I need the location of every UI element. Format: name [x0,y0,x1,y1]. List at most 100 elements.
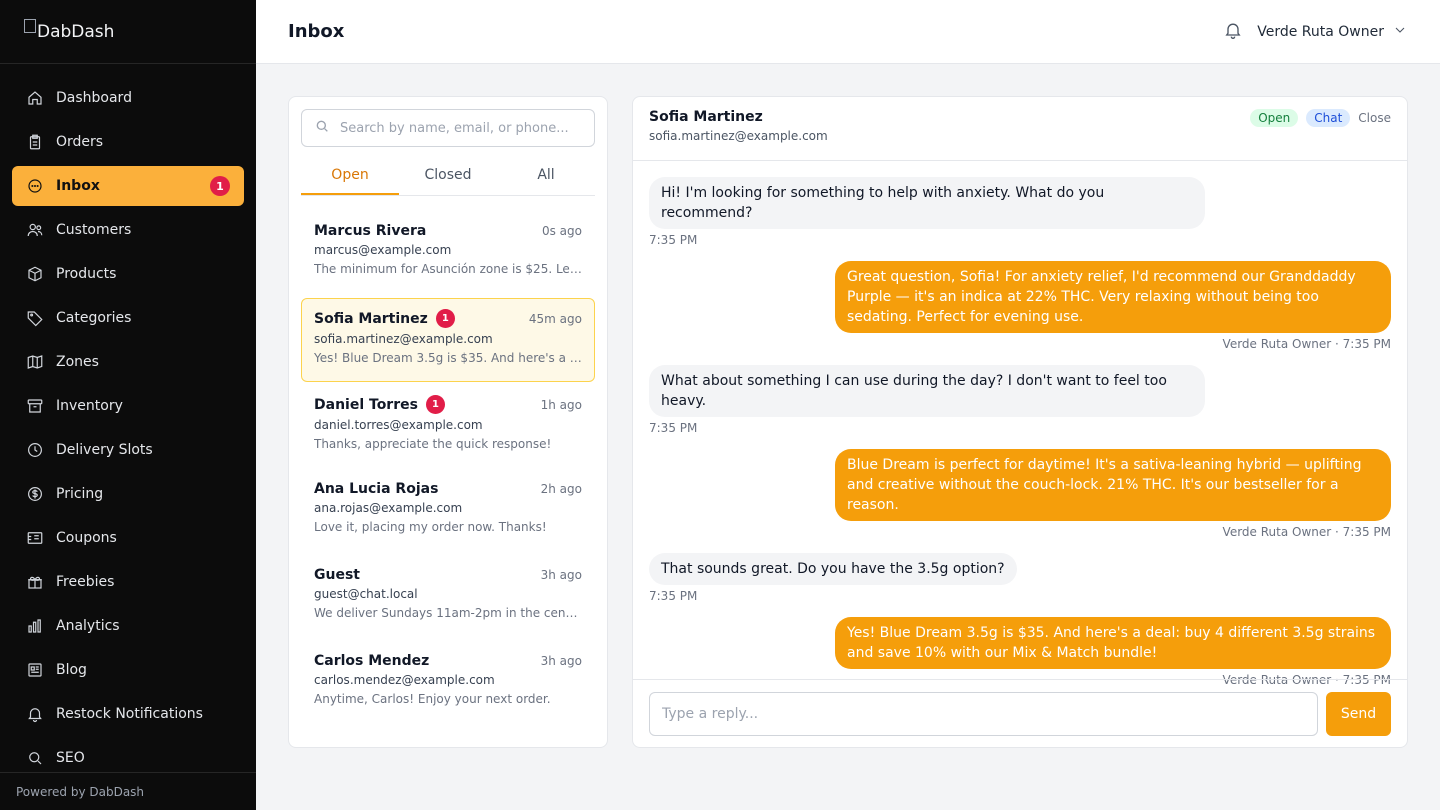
conversation-name: Guest [314,567,360,583]
outgoing-message: Yes! Blue Dream 3.5g is $35. And here's … [649,617,1391,687]
search-box [301,109,595,147]
sidebar-item-dashboard[interactable]: Dashboard [12,78,244,118]
conversation-email: guest@chat.local [314,587,418,601]
sidebar-item-label: Orders [56,134,104,150]
send-button[interactable]: Send [1326,692,1391,736]
conversation-item[interactable]: Marcus Rivera 0s ago marcus@example.com The… [301,212,595,296]
bar-chart-icon [26,617,44,635]
message-bubble: What about something I can use during th… [649,365,1205,417]
sidebar-item-customers[interactable]: Customers [12,210,244,250]
conversation-preview: Thanks, appreciate the quick response! [314,437,552,451]
tab-closed[interactable]: Closed [399,167,497,195]
clipboard-icon [26,133,44,151]
unread-badge: 1 [425,395,445,414]
sidebar: DabDash Dashboard Orders Inbox 1 Customers Pr… [0,0,256,810]
dollar-icon [26,485,44,503]
brand: DabDash [0,0,256,64]
sidebar-item-coupons[interactable]: Coupons [12,518,244,558]
conversation-time: 0s ago [541,224,582,238]
tag-icon [26,309,44,327]
clock-icon [26,441,44,459]
sidebar-item-label: Restock Notifications [56,706,203,722]
newspaper-icon [26,661,44,679]
conversation-list: Marcus Rivera 0s ago marcus@example.com The… [301,212,595,726]
message-meta: 7:35 PM [649,233,698,247]
sidebar-item-label: Products [56,266,117,282]
chat-contact-email: sofia.martinez@example.com [649,129,828,143]
sidebar-item-blog[interactable]: Blog [12,650,244,690]
sidebar-item-label: SEO [56,750,85,766]
reply-composer: Send [633,679,1407,747]
sidebar-item-label: Dashboard [56,90,132,106]
conversation-item[interactable]: Carlos Mendez 3h ago carlos.mendez@example… [301,642,595,726]
conversation-item[interactable]: Ana Lucia Rojas 2h ago ana.rojas@example.c… [301,470,595,554]
box-icon [26,265,44,283]
sidebar-item-inventory[interactable]: Inventory [12,386,244,426]
sidebar-item-orders[interactable]: Orders [12,122,244,162]
reply-input[interactable] [649,692,1318,736]
conversation-tabs: Open Closed All [301,167,595,196]
search-icon [26,749,44,767]
outgoing-message: Blue Dream is perfect for daytime! It's … [649,449,1391,539]
conversation-email: marcus@example.com [314,243,452,257]
tab-open[interactable]: Open [301,167,399,195]
map-icon [26,353,44,371]
ticket-icon [26,529,44,547]
conversation-time: 3h ago [540,654,582,668]
sidebar-item-restock-notifications[interactable]: Restock Notifications [12,694,244,734]
conversation-email: daniel.torres@example.com [314,418,483,432]
sidebar-item-pricing[interactable]: Pricing [12,474,244,514]
conversation-item[interactable]: Sofia Martinez 1 45m ago sofia.martinez@exa… [301,298,595,382]
outgoing-message: Great question, Sofia! For anxiety relie… [649,261,1391,351]
search-input[interactable] [340,120,582,136]
home-icon [26,89,44,107]
sidebar-item-label: Zones [56,354,99,370]
conversation-email: sofia.martinez@example.com [314,332,493,346]
top-header: Inbox Verde Ruta Owner [256,0,1440,64]
user-name: Verde Ruta Owner [1257,23,1384,40]
user-menu[interactable]: Verde Ruta Owner [1257,22,1408,42]
sidebar-item-freebies[interactable]: Freebies [12,562,244,602]
sidebar-item-analytics[interactable]: Analytics [12,606,244,646]
gift-icon [26,573,44,591]
close-conversation-button[interactable]: Close [1358,109,1391,125]
message-bubble: Blue Dream is perfect for daytime! It's … [835,449,1391,521]
conversation-preview: We deliver Sundays 11am-2pm in the centr… [314,606,582,620]
sidebar-item-zones[interactable]: Zones [12,342,244,382]
conversation-name: Daniel Torres [314,396,418,413]
search-icon [314,118,340,138]
conversation-item[interactable]: Guest 3h ago guest@chat.local We deliver Su… [301,556,595,640]
incoming-message: That sounds great. Do you have the 3.5g … [649,553,1391,603]
message-bubble: Great question, Sofia! For anxiety relie… [835,261,1391,333]
chevron-down-icon [1392,22,1408,42]
sidebar-item-label: Inventory [56,398,123,414]
message-meta: Verde Ruta Owner · 7:35 PM [1222,525,1391,539]
unread-badge: 1 [210,176,230,196]
conversation-name: Carlos Mendez [314,653,430,669]
sidebar-item-products[interactable]: Products [12,254,244,294]
sidebar-item-delivery-slots[interactable]: Delivery Slots [12,430,244,470]
tab-all[interactable]: All [497,167,595,195]
sidebar-footer: Powered by DabDash [0,772,256,810]
archive-icon [26,397,44,415]
chat-header: Sofia Martinez sofia.martinez@example.co… [633,97,1407,161]
message-bubble: That sounds great. Do you have the 3.5g … [649,553,1017,585]
conversation-preview: Love it, placing my order now. Thanks! [314,520,547,534]
page-title: Inbox [288,21,345,42]
conversation-item[interactable]: Daniel Torres 1 1h ago daniel.torres@exampl… [301,384,595,468]
unread-badge: 1 [435,309,455,328]
sidebar-item-label: Coupons [56,530,117,546]
message-meta: 7:35 PM [649,421,698,435]
conversation-time: 3h ago [540,568,582,582]
conversation-name: Marcus Rivera [314,223,427,239]
bell-icon[interactable] [1223,20,1243,44]
chat-contact-name: Sofia Martinez [649,109,763,125]
channel-badge: Chat [1306,109,1351,127]
sidebar-item-inbox[interactable]: Inbox 1 [12,166,244,206]
status-badge: Open [1250,109,1299,127]
brand-logo[interactable]: DabDash [24,18,114,42]
chat-panel: Sofia Martinez sofia.martinez@example.co… [632,96,1408,748]
sidebar-item-label: Freebies [56,574,115,590]
conversation-time: 45m ago [528,311,582,326]
sidebar-item-categories[interactable]: Categories [12,298,244,338]
